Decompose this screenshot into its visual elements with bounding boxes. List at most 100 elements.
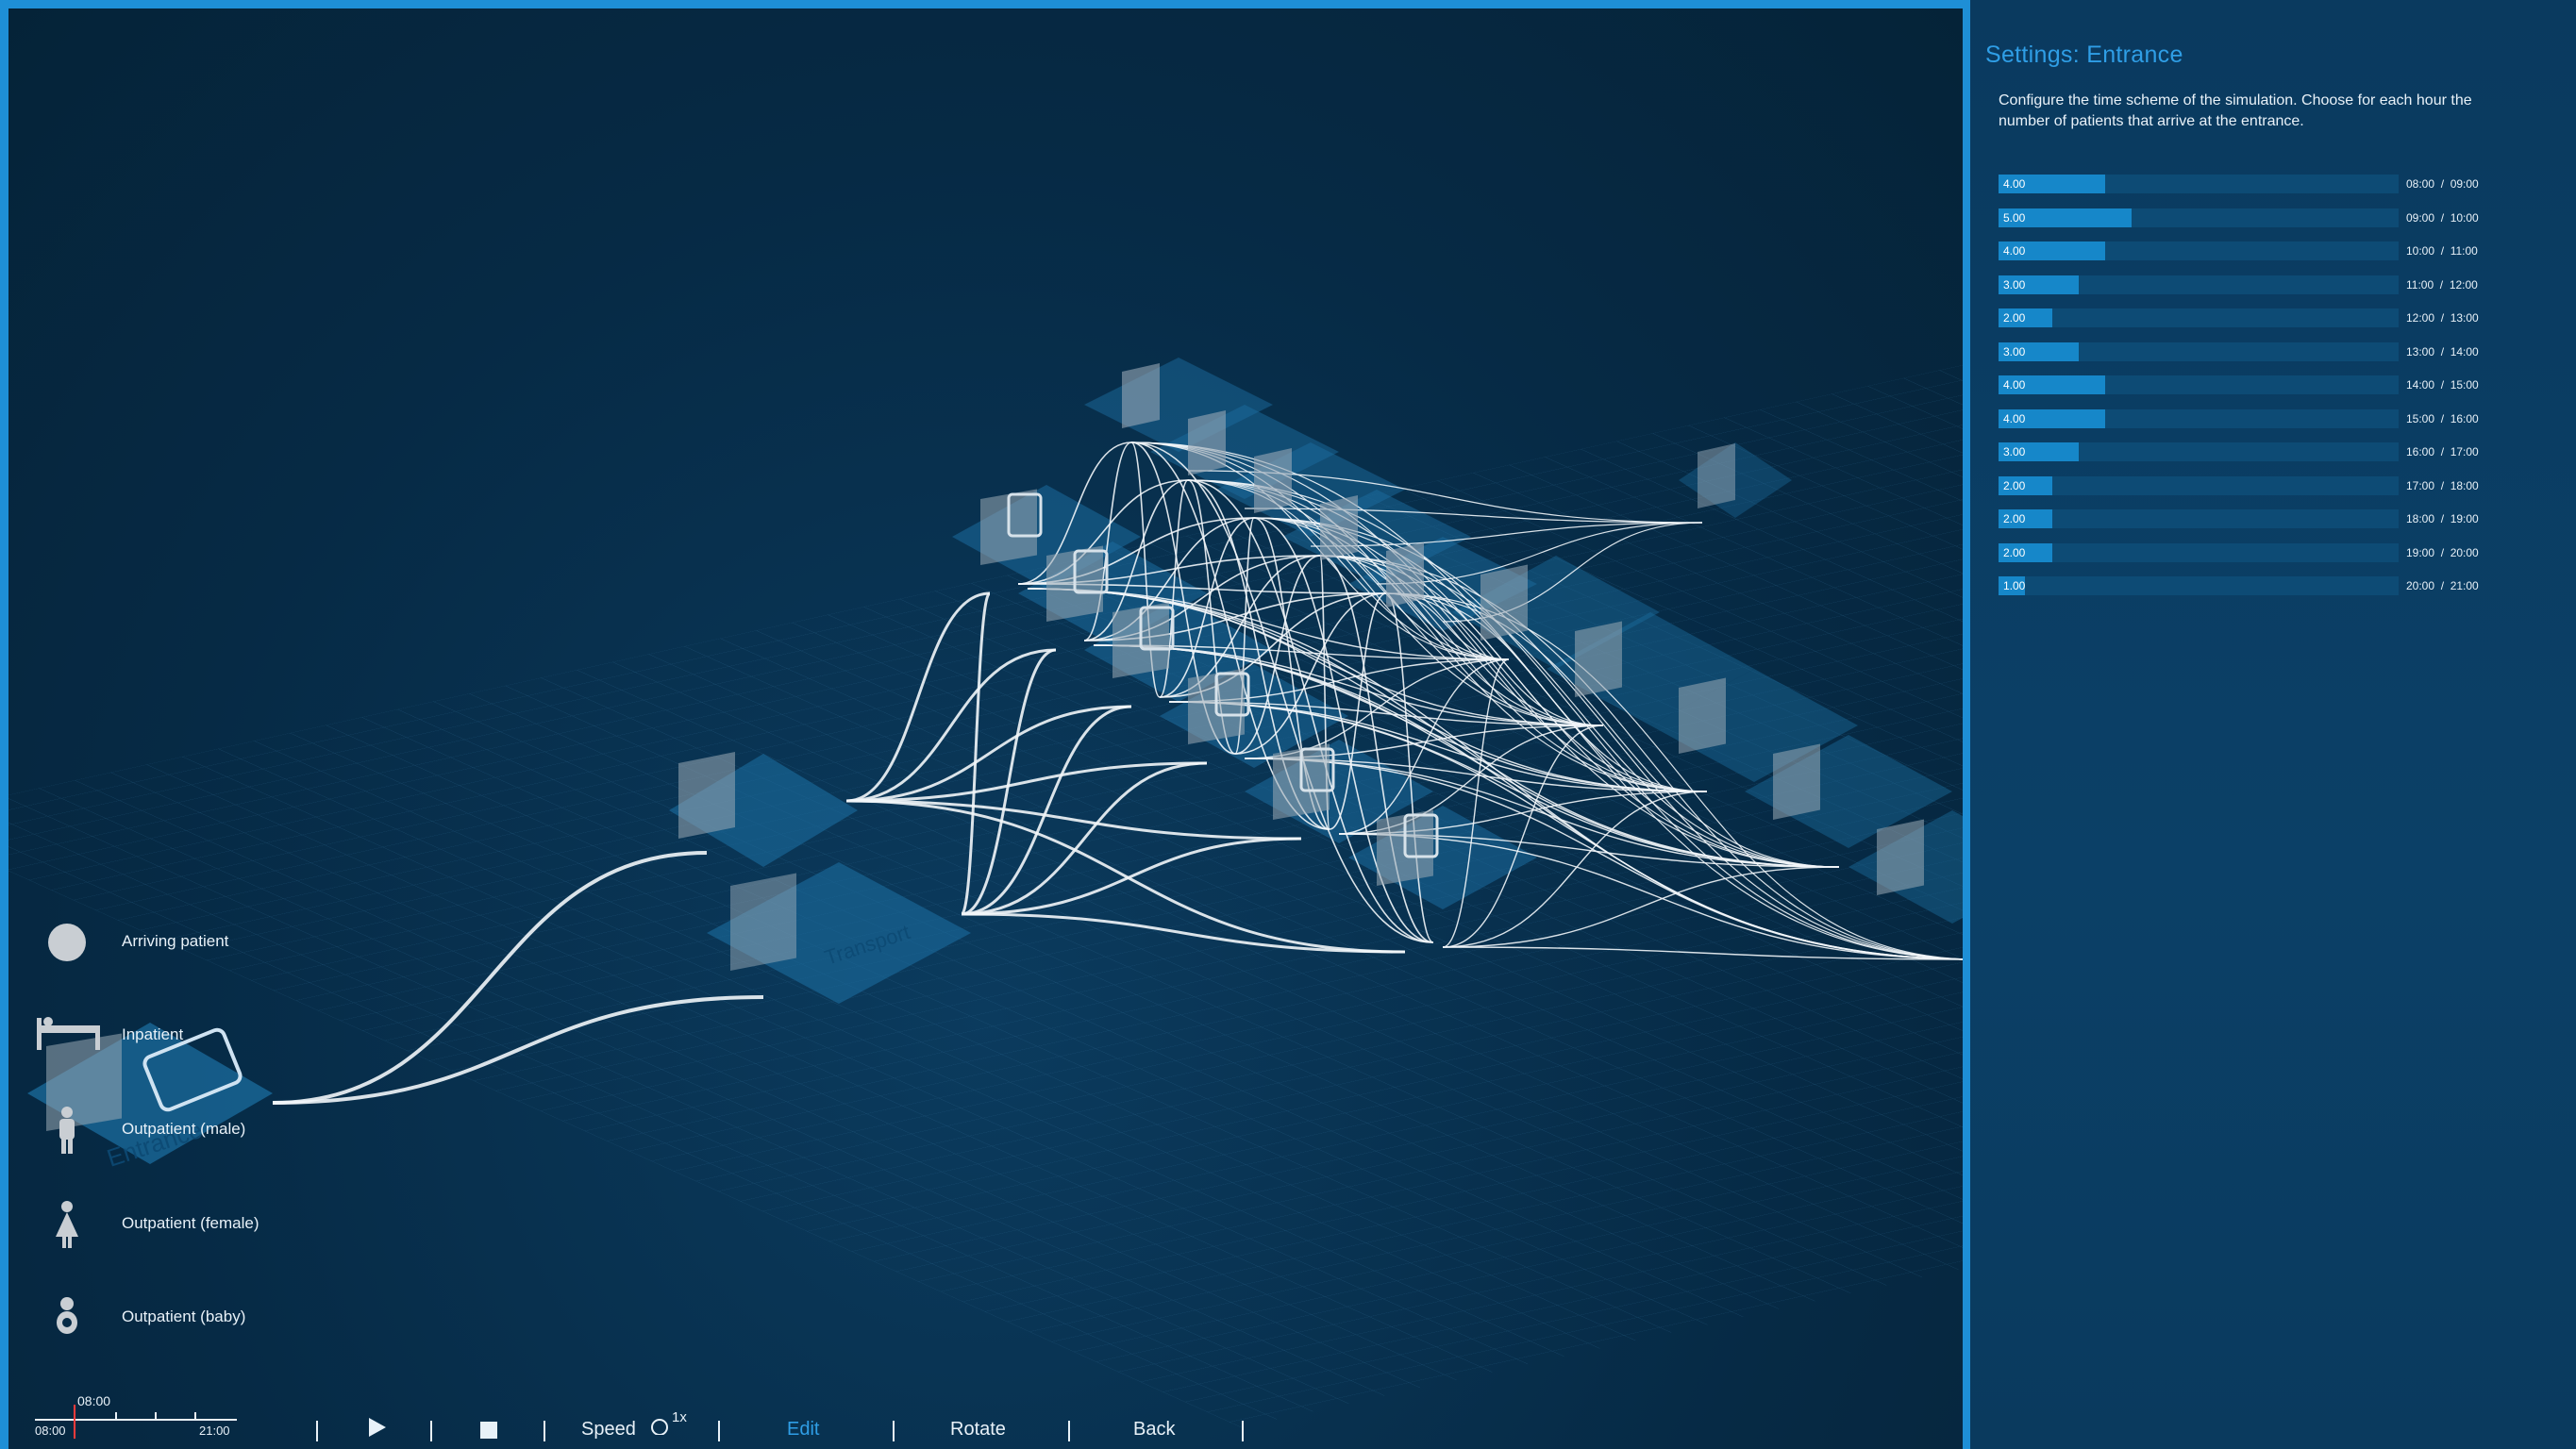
legend-label: Inpatient (122, 1025, 184, 1043)
arrival-value: 2.00 (2003, 512, 2026, 525)
hour-range: 18:00 / 19:00 (2406, 512, 2479, 525)
hour-to: 21:00 (2450, 579, 2479, 592)
hour-separator: / (2434, 177, 2451, 191)
hour-row: 3.00 11:00 / 12:00 (1999, 275, 2546, 294)
hour-separator: / (2434, 311, 2451, 325)
arrival-slider[interactable]: 2.00 (1999, 509, 2399, 528)
hour-row: 2.00 17:00 / 18:00 (1999, 475, 2546, 495)
hour-row: 4.00 15:00 / 16:00 (1999, 408, 2546, 428)
legend-label: Outpatient (male) (122, 1120, 246, 1138)
male-figure-icon (59, 1107, 75, 1154)
arrival-slider[interactable]: 3.00 (1999, 442, 2399, 461)
department-wall (730, 873, 796, 971)
play-icon (369, 1418, 386, 1437)
hour-from: 17:00 (2406, 478, 2435, 492)
arrival-slider[interactable]: 4.00 (1999, 175, 2399, 193)
stop-button[interactable] (480, 1422, 497, 1444)
department-wall (1254, 448, 1292, 513)
hour-to: 18:00 (2450, 478, 2479, 492)
hour-range: 08:00 / 09:00 (2406, 177, 2479, 191)
hour-row: 4.00 14:00 / 15:00 (1999, 375, 2546, 394)
speed-value: 1x (672, 1409, 687, 1425)
arrival-slider[interactable]: 1.00 (1999, 576, 2399, 595)
hour-row: 5.00 09:00 / 10:00 (1999, 208, 2546, 227)
hour-to: 15:00 (2450, 378, 2479, 391)
hour-row: 3.00 16:00 / 17:00 (1999, 442, 2546, 461)
hour-from: 11:00 (2406, 277, 2434, 291)
arrival-slider[interactable]: 2.00 (1999, 475, 2399, 495)
department-wall (1480, 564, 1528, 641)
department-wall (1320, 495, 1358, 560)
hour-from: 12:00 (2406, 311, 2435, 325)
hour-range: 14:00 / 15:00 (2406, 378, 2479, 391)
separator (893, 1421, 895, 1441)
settings-panel: Settings: Entrance Configure the time sc… (1970, 0, 2576, 1449)
hour-row: 4.00 08:00 / 09:00 (1999, 175, 2546, 193)
hour-row: 2.00 12:00 / 13:00 (1999, 308, 2546, 327)
arrival-value: 4.00 (2003, 244, 2026, 258)
legend-label: Outpatient (baby) (122, 1307, 246, 1325)
arrival-value: 3.00 (2003, 277, 2026, 291)
hour-range: 19:00 / 20:00 (2406, 546, 2479, 559)
legend-item: Outpatient (baby) (33, 1294, 335, 1341)
hour-range: 09:00 / 10:00 (2406, 211, 2479, 225)
arrival-slider[interactable]: 4.00 (1999, 408, 2399, 428)
hour-range: 11:00 / 12:00 (2406, 278, 2478, 291)
hour-range: 17:00 / 18:00 (2406, 479, 2479, 492)
hour-to: 19:00 (2450, 512, 2479, 525)
control-bar: Speed 1x Edit Rotate Back (8, 1386, 1963, 1449)
arrival-value: 2.00 (2003, 478, 2026, 492)
hour-range: 16:00 / 17:00 (2406, 445, 2479, 458)
department-wall (1188, 410, 1226, 475)
hour-to: 14:00 (2450, 344, 2479, 358)
hour-row: 2.00 18:00 / 19:00 (1999, 509, 2546, 528)
edit-button[interactable]: Edit (787, 1419, 819, 1441)
hour-to: 16:00 (2450, 411, 2479, 425)
arrival-slider[interactable]: 4.00 (1999, 375, 2399, 394)
stop-icon (480, 1422, 497, 1439)
arrival-value: 4.00 (2003, 411, 2026, 425)
hour-separator: / (2434, 244, 2451, 258)
hour-from: 18:00 (2406, 512, 2435, 525)
separator (1068, 1421, 1070, 1441)
hour-from: 08:00 (2406, 177, 2435, 191)
hour-to: 13:00 (2450, 311, 2479, 325)
rotate-button[interactable]: Rotate (950, 1419, 1006, 1441)
settings-title: Settings: Entrance (1985, 42, 2183, 68)
hour-to: 12:00 (2449, 277, 2478, 291)
hour-from: 09:00 (2406, 210, 2435, 225)
hour-range: 13:00 / 14:00 (2406, 345, 2479, 358)
hour-separator: / (2434, 579, 2451, 592)
play-button[interactable] (367, 1416, 388, 1444)
hour-row: 4.00 10:00 / 11:00 (1999, 242, 2546, 260)
arrival-slider[interactable]: 2.00 (1999, 542, 2399, 562)
settings-description: Configure the time scheme of the simulat… (1999, 92, 2472, 129)
hour-separator: / (2434, 277, 2450, 291)
arrival-slider[interactable]: 3.00 (1999, 341, 2399, 361)
hour-range: 10:00 / 11:00 (2406, 244, 2478, 258)
department-wall (1575, 621, 1622, 697)
hour-from: 15:00 (2406, 411, 2435, 425)
back-button[interactable]: Back (1133, 1419, 1175, 1441)
arrival-slider[interactable]: 5.00 (1999, 208, 2399, 227)
legend-item: Outpatient (female) (33, 1201, 335, 1248)
arrival-slider[interactable]: 4.00 (1999, 242, 2399, 260)
arrival-value: 2.00 (2003, 311, 2026, 325)
arrival-slider[interactable]: 2.00 (1999, 308, 2399, 327)
separator (316, 1421, 318, 1441)
legend-item: Inpatient (33, 1012, 335, 1059)
speed-toggle[interactable] (650, 1416, 669, 1441)
speed-label: Speed (581, 1419, 636, 1440)
arrival-value: 4.00 (2003, 378, 2026, 391)
hour-row: 1.00 20:00 / 21:00 (1999, 576, 2546, 595)
inpatient-bed-icon (37, 1017, 100, 1050)
hour-to: 20:00 (2450, 545, 2479, 559)
legend-item: Arriving patient (33, 919, 335, 966)
hour-separator: / (2434, 545, 2451, 559)
separator (718, 1421, 720, 1441)
arrival-slider[interactable]: 3.00 (1999, 275, 2399, 294)
hour-to: 09:00 (2450, 177, 2479, 191)
hour-from: 20:00 (2406, 579, 2435, 592)
hour-row: 3.00 13:00 / 14:00 (1999, 341, 2546, 361)
simulation-viewport[interactable]: Entrance Transport Arriving patient Inpat… (0, 0, 1970, 1449)
